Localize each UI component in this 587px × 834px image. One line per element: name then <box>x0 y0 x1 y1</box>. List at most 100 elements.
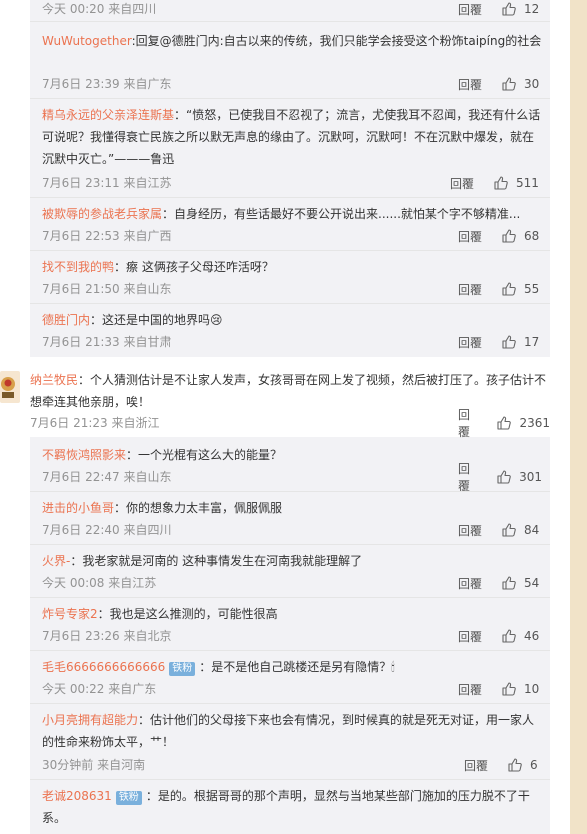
divider <box>30 303 550 304</box>
thumb-up-icon[interactable] <box>508 758 522 772</box>
reply-time: 7月6日 21:33 来自甘肃 <box>42 335 172 349</box>
reply-time: 7月6日 23:26 来自北京 <box>42 629 172 643</box>
divider <box>30 597 550 598</box>
reply-time: 7月6日 21:50 来自山东 <box>42 282 172 296</box>
sub-reply-text: 老诚208631 铁粉 ：是的。根据哥哥的那个声明，显然与当地某些部门施加的压力脱不… <box>42 789 530 825</box>
crying-emoji-icon: 😢 <box>210 313 223 327</box>
reply-meta: 7月6日 21:50 来自山东 回覆 55 <box>42 280 542 298</box>
divider <box>30 21 550 22</box>
reply-button[interactable]: 回覆 <box>458 575 482 592</box>
reply-button[interactable]: 回覆 <box>458 628 482 645</box>
divider <box>30 650 550 651</box>
divider <box>30 250 550 251</box>
reply-meta: 7月6日 22:40 来自四川 回覆 84 <box>42 521 542 539</box>
reply-time: 30分钟前 来自河南 <box>42 758 146 772</box>
reply-button[interactable]: 回覆 <box>458 334 482 351</box>
username-link[interactable]: 德胜门内 <box>42 313 90 327</box>
username-link[interactable]: 被欺辱的参战老兵家属 <box>42 207 162 221</box>
username-link[interactable]: 精乌永远的父亲泽连斯基 <box>42 108 174 122</box>
reply-button[interactable]: 回覆 <box>458 281 482 298</box>
reply-meta: 7月6日 23:26 来自北京 回覆 46 <box>42 627 542 645</box>
reply-button[interactable]: 回覆 <box>458 228 482 245</box>
thumb-up-icon[interactable] <box>497 470 511 484</box>
reply-meta: 7月6日 22:53 来自广西 回覆 68 <box>42 227 542 245</box>
reply-button[interactable]: 回覆 <box>458 460 477 494</box>
thumb-up-icon[interactable] <box>502 335 516 349</box>
username-link[interactable]: WuWutogether <box>42 34 132 48</box>
fan-badge: 铁粉 <box>169 662 196 676</box>
username-link[interactable]: 毛毛6666666666666 <box>42 660 165 674</box>
sub-reply-text: 被欺辱的参战老兵家属：自身经历，有些话最好不要公开说出来......就怕某个字不… <box>42 207 521 221</box>
reply-button[interactable]: 回覆 <box>458 522 482 539</box>
reply-meta: 今天 00:22 来自广东 回覆 10 <box>42 680 542 698</box>
reply-button[interactable]: 回覆 <box>458 76 482 93</box>
reply-actions: 回覆 10 <box>458 680 539 698</box>
like-count: 55 <box>524 282 540 296</box>
sub-reply-text: 德胜门内：这还是中国的地界吗😢 <box>42 313 223 327</box>
username-link[interactable]: 炸号专家2 <box>42 607 98 621</box>
like-count: 301 <box>519 470 542 484</box>
reply-actions: 回覆 54 <box>458 574 539 592</box>
reply-button[interactable]: 回覆 <box>464 757 488 774</box>
like-count: 511 <box>516 176 539 190</box>
like-count: 30 <box>524 77 540 91</box>
thumb-up-icon[interactable] <box>502 576 516 590</box>
reply-meta: 今天 00:08 来自江苏 回覆 54 <box>42 574 542 592</box>
fan-badge: 铁粉 <box>115 791 142 805</box>
sub-reply-text: WuWutogether:回复@德胜门内:自古以来的传统，我们只能学会接受这个粉… <box>42 34 542 48</box>
avatar[interactable] <box>0 371 20 403</box>
thumb-up-icon[interactable] <box>502 77 516 91</box>
username-link[interactable]: 找不到我的鸭 <box>42 260 114 274</box>
like-count: 10 <box>524 682 540 696</box>
sub-reply-text: 进击的小鱼哥：你的想象力太丰富，佩服佩服 <box>42 501 283 515</box>
username-link[interactable]: 小月亮拥有超能力 <box>42 713 138 727</box>
divider <box>30 544 550 545</box>
divider <box>30 491 550 492</box>
reply-meta: 7月6日 22:47 来自山东 回覆 301 <box>42 462 542 493</box>
sub-reply-text: 毛毛6666666666666 铁粉 ：是不是他自己跳楼还是另有隐情？🕯 <box>42 660 395 676</box>
username-link[interactable]: 不羁恢鸿照影来 <box>42 448 126 462</box>
username-link[interactable]: 老诚208631 <box>42 789 112 803</box>
reply-button[interactable]: 回覆 <box>450 175 474 192</box>
reply-time: 7月6日 22:40 来自四川 <box>42 523 172 537</box>
reply-time: 今天 00:20 来自四川 <box>42 2 157 16</box>
like-count: 68 <box>524 229 540 243</box>
reply-time: 今天 00:08 来自江苏 <box>42 576 157 590</box>
reply-actions: 回覆 6 <box>464 756 538 774</box>
reply-actions: 回覆 511 <box>450 174 539 192</box>
thumb-up-icon[interactable] <box>502 282 516 296</box>
sub-reply-text: 小月亮拥有超能力：估计他们的父母接下来也会有情况，到时候真的就是死无对证，用一家… <box>42 713 535 749</box>
reply-time: 今天 00:22 来自广东 <box>42 682 157 696</box>
like-count: 6 <box>530 758 538 772</box>
sub-reply-text: 火界-：我老家就是河南的 这种事情发生在河南我就能理解了 <box>42 554 363 568</box>
thumb-up-icon[interactable] <box>502 629 516 643</box>
reply-time: 7月6日 23:39 来自广东 <box>42 77 172 91</box>
like-count: 17 <box>524 335 540 349</box>
thumb-up-icon[interactable] <box>502 682 516 696</box>
thumb-up-icon[interactable] <box>502 523 516 537</box>
reply-meta: 7月6日 23:39 来自广东 回覆 30 <box>42 75 542 93</box>
sub-reply-text: 精乌永远的父亲泽连斯基：“愤怒，已使我目不忍视了；流言，尤使我耳不忍闻，我还有什… <box>42 108 541 166</box>
reply-button[interactable]: 回覆 <box>458 681 482 698</box>
thumb-up-icon[interactable] <box>502 229 516 243</box>
reply-actions: 回覆 17 <box>458 333 539 351</box>
reply-time: 7月6日 23:11 来自江苏 <box>42 176 172 190</box>
reply-meta: 7月6日 23:11 来自江苏 回覆 511 <box>42 174 542 192</box>
reply-actions: 回覆 12 <box>458 0 539 18</box>
like-count: 54 <box>524 576 540 590</box>
reply-button[interactable]: 回覆 <box>458 1 482 18</box>
username-link[interactable]: 进击的小鱼哥 <box>42 501 114 515</box>
comment-actions: 回覆 2361 <box>458 408 550 439</box>
reply-button[interactable]: 回覆 <box>458 406 477 440</box>
username-link[interactable]: 纳兰牧民 <box>30 373 78 387</box>
comment-meta: 7月6日 21:23 来自浙江 回覆 2361 <box>30 408 550 439</box>
thumb-up-icon[interactable] <box>502 2 516 16</box>
username-link[interactable]: 火界- <box>42 554 70 568</box>
reply-actions: 回覆 68 <box>458 227 539 245</box>
page-side-background <box>570 0 587 834</box>
reply-actions: 回覆 55 <box>458 280 539 298</box>
sub-reply-text: 炸号专家2：我也是这么推测的，可能性很高 <box>42 607 278 621</box>
thumb-up-icon[interactable] <box>494 176 508 190</box>
reply-actions: 回覆 301 <box>458 462 542 493</box>
thumb-up-icon[interactable] <box>497 416 512 430</box>
